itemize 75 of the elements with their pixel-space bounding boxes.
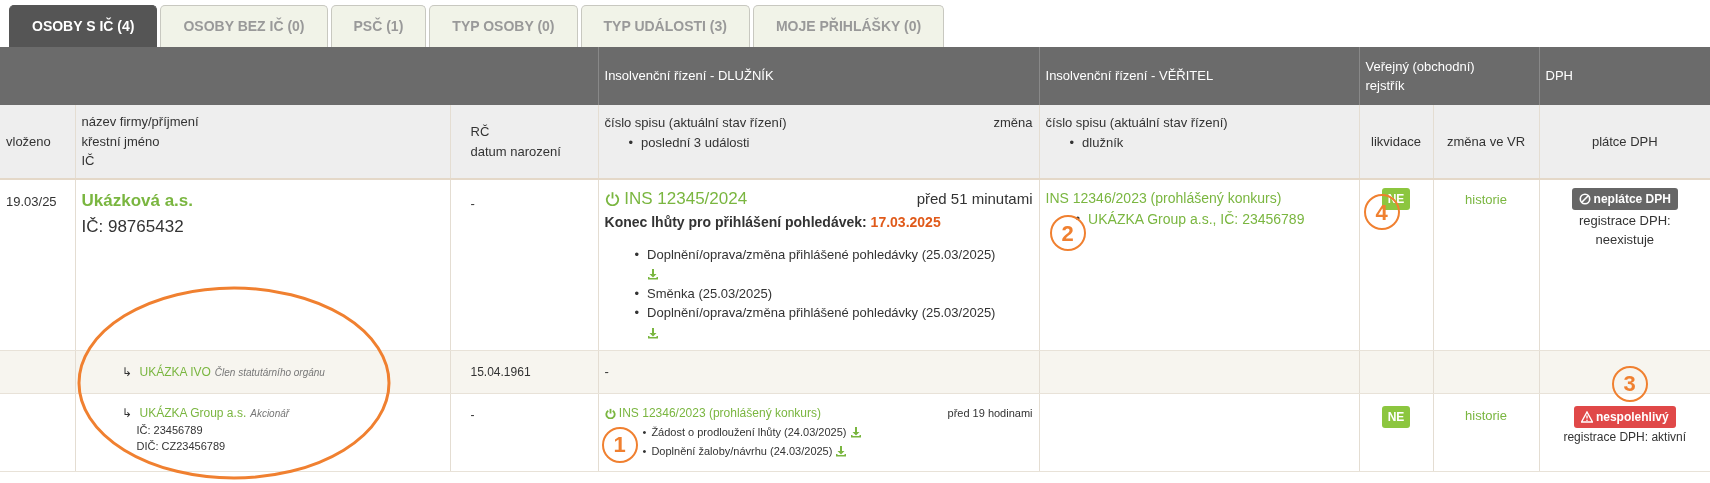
- role-text: Člen statutárního orgánu: [214, 365, 325, 380]
- event-text: Doplnění žaloby/návrhu (24.03/2025): [651, 445, 833, 457]
- birth-date: -: [470, 407, 475, 422]
- debtor-link[interactable]: UKÁZKA Group a.s., IČ: 23456789: [1088, 209, 1305, 230]
- column-header: IČ: [81, 152, 96, 171]
- column-header: vloženo: [6, 133, 51, 149]
- download-icon[interactable]: [647, 326, 660, 339]
- column-group-header: Veřejný (obchodní) rejstřík: [1365, 57, 1476, 95]
- deadline-text: Konec lhůty pro přihlášení pohledávek: 17.03.2025: [604, 212, 942, 232]
- tab[interactable]: MOJE PŘIHLÁŠKY (0): [752, 5, 945, 47]
- column-header: dlužník: [1082, 133, 1124, 152]
- id-number: IČ: 98765432: [81, 215, 185, 238]
- callout-number: 1: [601, 426, 638, 463]
- history-link[interactable]: historie: [1465, 407, 1507, 423]
- birth-date: 15.04.1961: [470, 364, 531, 379]
- bullet: •: [628, 133, 634, 152]
- download-icon[interactable]: [835, 445, 848, 457]
- event-text: Směnka (25.03/2025): [647, 285, 773, 301]
- power-icon: [604, 407, 616, 419]
- tax-id: DIČ: CZ23456789: [136, 439, 227, 454]
- event-text: Žádost o prodloužení lhůty (24.03/2025): [651, 425, 847, 438]
- column-header: RČ: [470, 123, 491, 141]
- date-text: 19.03/25: [6, 194, 57, 209]
- bullet: •: [642, 444, 647, 459]
- case-link[interactable]: INS 12345/2024: [604, 186, 748, 212]
- case-link[interactable]: INS 12346/2023 (prohlášený konkurs): [604, 403, 821, 422]
- tab[interactable]: PSČ (1): [330, 5, 427, 47]
- registration-text: registrace DPH: neexistuje: [1577, 211, 1672, 249]
- role-text: Akcionář: [250, 406, 290, 421]
- registration-text: registrace DPH: aktivní: [1562, 429, 1688, 446]
- column-group-header: Insolvenční řízení - DLUŽNÍK: [604, 68, 774, 84]
- bullet: •: [634, 245, 640, 264]
- bullet: •: [634, 284, 640, 303]
- column-header: číslo spisu (aktuální stav řízení): [604, 114, 787, 132]
- company-name[interactable]: Ukázková a.s.: [81, 188, 444, 214]
- column-header: změna: [993, 114, 1033, 132]
- download-icon[interactable]: [647, 268, 660, 280]
- column-group-header: Insolvenční řízení - VĚŘITEL: [1045, 68, 1214, 84]
- event-text: Doplnění/oprava/změna přihlášené pohledávky (25.03/2025): [647, 246, 996, 262]
- case-link[interactable]: INS 12346/2023 (prohlášený konkurs): [1045, 190, 1282, 206]
- tab[interactable]: OSOBY BEZ IČ (0): [160, 5, 328, 47]
- power-icon: [604, 191, 620, 206]
- column-header: poslední 3 události: [641, 133, 750, 152]
- sub-arrow: ↳: [121, 404, 132, 422]
- prohibited-icon: [1578, 193, 1591, 205]
- person-name[interactable]: UKÁZKA IVO: [139, 362, 211, 381]
- column-header: křestní jméno: [81, 132, 161, 151]
- status-badge: neplátce DPH: [1571, 188, 1678, 210]
- bullet: •: [634, 304, 640, 322]
- sub-arrow: ↳: [121, 363, 132, 381]
- callout-number: 3: [1611, 365, 1648, 402]
- column-header: plátce DPH: [1591, 133, 1658, 149]
- person-name[interactable]: UKÁZKA Group a.s.: [139, 403, 247, 422]
- column-header: číslo spisu (aktuální stav řízení): [1045, 114, 1229, 132]
- change-time: před 19 hodinami: [947, 405, 1033, 421]
- birth-date: -: [470, 196, 475, 211]
- column-group-header: DPH: [1545, 68, 1573, 84]
- history-link[interactable]: historie: [1465, 192, 1507, 207]
- warning-icon: [1580, 410, 1593, 423]
- download-icon[interactable]: [849, 425, 862, 438]
- bullet: •: [1069, 133, 1075, 152]
- tab[interactable]: OSOBY S IČ (4): [9, 5, 158, 47]
- column-header: název firmy/příjmení: [81, 113, 200, 132]
- change-time: před 51 minutami: [916, 189, 1033, 209]
- status-badge: nespolehlivý: [1573, 405, 1676, 428]
- event-text: Doplnění/oprava/změna přihlášené pohledávky (25.03/2025): [647, 305, 996, 320]
- bullet: •: [642, 424, 647, 440]
- column-header: změna ve VR: [1447, 133, 1526, 149]
- column-header: datum narození: [470, 142, 562, 161]
- tab[interactable]: TYP OSOBY (0): [429, 5, 578, 47]
- id-number: IČ: 23456789: [136, 422, 204, 438]
- empty-value: -: [604, 363, 609, 379]
- tab[interactable]: TYP UDÁLOSTI (3): [580, 5, 750, 47]
- column-header: likvidace: [1371, 133, 1421, 149]
- status-badge: NE: [1381, 405, 1411, 428]
